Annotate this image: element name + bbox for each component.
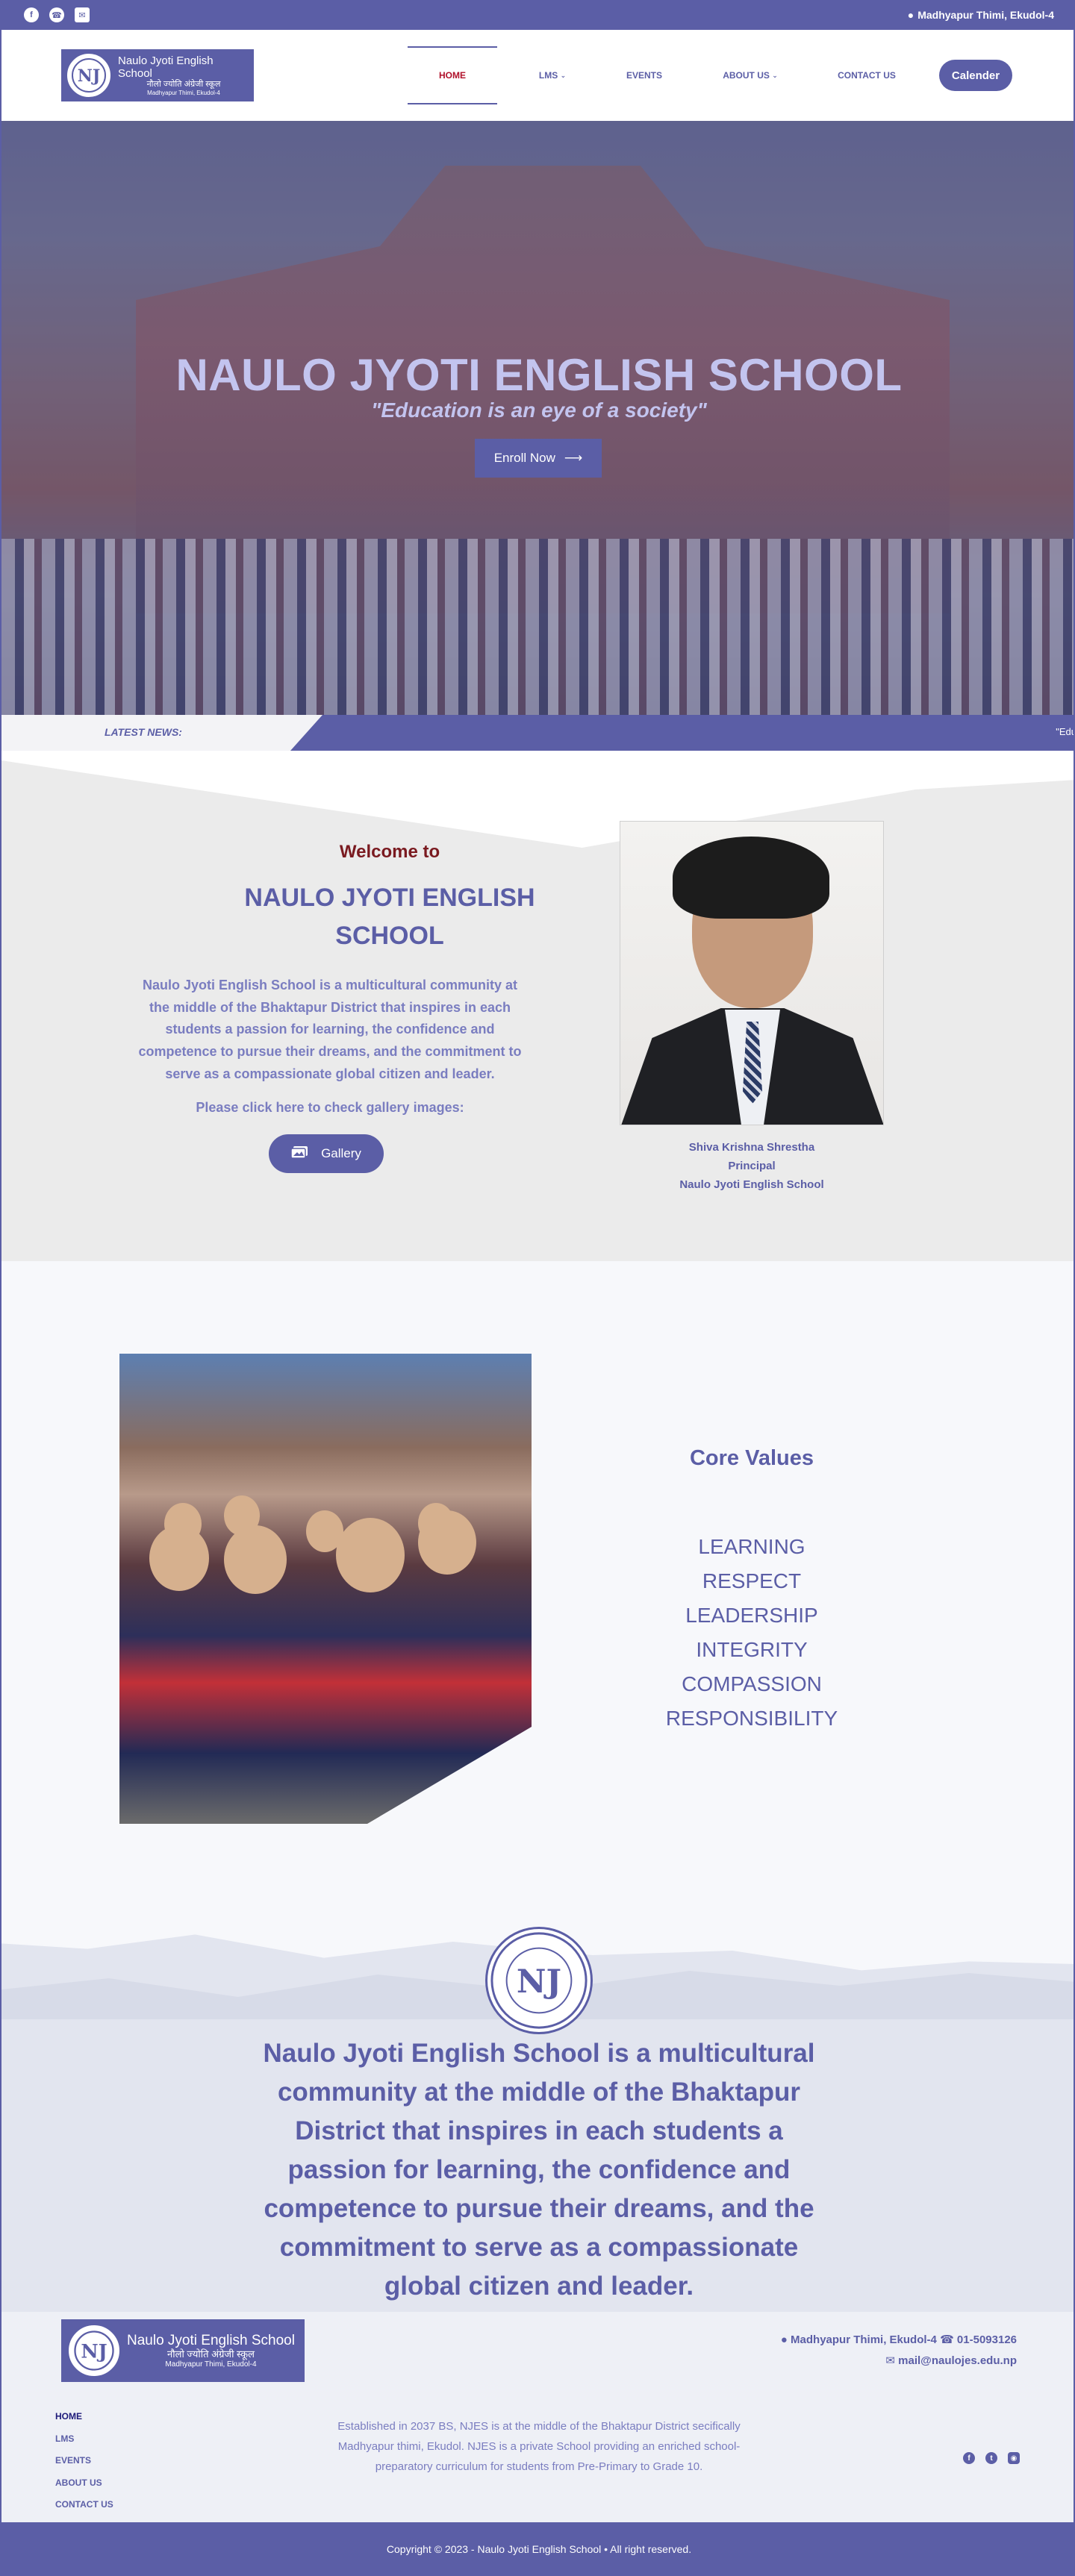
copyright-text: Copyright © 2023 - Naulo Jyoti English S… bbox=[386, 2543, 692, 2555]
footer-nav-home[interactable]: Home bbox=[55, 2406, 113, 2428]
footer-nav-lms[interactable]: LMS bbox=[55, 2428, 113, 2451]
principal-org: Naulo Jyoti English School bbox=[679, 1178, 824, 1191]
footer-logo-name-nepali: नौलो ज्योति अंग्रेजी स्कूल bbox=[167, 2348, 255, 2360]
site-logo[interactable]: NJ Naulo Jyoti English School नौलो ज्योत… bbox=[61, 49, 254, 101]
calendar-button[interactable]: Calender bbox=[939, 60, 1012, 91]
svg-text:NJ: NJ bbox=[81, 2340, 107, 2363]
facebook-icon[interactable]: f bbox=[24, 7, 39, 22]
hero-banner: NAULO JYOTI ENGLISH SCHOOL "Education is… bbox=[1, 121, 1074, 715]
welcome-top-shape bbox=[1, 751, 1074, 848]
footer-contact: ● Madhyapur Thimi, Ekudol-4 ☎ 01-5093126… bbox=[778, 2330, 1017, 2372]
latest-news-bar: LATEST NEWS: "Edu bbox=[1, 715, 1074, 751]
nav-lms[interactable]: LMS ⌄ bbox=[506, 30, 599, 121]
page: f ☎ ✉ ● Madhyapur Thimi, Ekudol-4 NJ Nau… bbox=[0, 0, 1075, 2576]
welcome-heading: Welcome to bbox=[339, 842, 440, 862]
top-address-text: Madhyapur Thimi, Ekudol-4 bbox=[917, 9, 1054, 21]
nav-contact-label: Contact Us bbox=[838, 70, 896, 81]
core-values-list: LEARNING RESPECT LEADERSHIP INTEGRITY CO… bbox=[599, 1530, 905, 1736]
logo-name-nepali: नौलो ज्योति अंग्रेजी स्कूल bbox=[146, 80, 221, 90]
core-value-item: RESPECT bbox=[702, 1569, 802, 1592]
welcome-school-name: NAULO JYOTI ENGLISH SCHOOL bbox=[166, 879, 614, 955]
top-bar: f ☎ ✉ ● Madhyapur Thimi, Ekudol-4 bbox=[1, 0, 1074, 30]
site-header: NJ Naulo Jyoti English School नौलो ज्योत… bbox=[1, 30, 1074, 121]
nav-contact-us[interactable]: Contact Us bbox=[818, 30, 915, 121]
welcome-body: Naulo Jyoti English School is a multicul… bbox=[138, 978, 522, 1081]
logo-seal-icon: NJ bbox=[66, 52, 112, 99]
footer-logo-name: Naulo Jyoti English School bbox=[127, 2332, 295, 2348]
welcome-school-line-1: NAULO JYOTI ENGLISH bbox=[244, 884, 535, 912]
phone-icon[interactable]: ☎ bbox=[49, 7, 64, 22]
logo-text: Naulo Jyoti English School नौलो ज्योति अ… bbox=[118, 54, 249, 96]
phone-icon: ☎ bbox=[940, 2333, 954, 2346]
mission-section: NJ Naulo Jyoti English School is a multi… bbox=[1, 1915, 1074, 2312]
mail-icon[interactable]: ✉ bbox=[75, 7, 90, 22]
footer-nav-about-us[interactable]: About Us bbox=[55, 2472, 113, 2495]
footer-address: Madhyapur Thimi, Ekudol-4 bbox=[791, 2333, 937, 2346]
core-values-title: Core Values bbox=[689, 1446, 814, 1470]
location-pin-icon: ● bbox=[907, 9, 914, 21]
mission-statement: Naulo Jyoti English School is a multicul… bbox=[263, 2039, 815, 2301]
nav-about-us[interactable]: About Us ⌄ bbox=[694, 30, 806, 121]
nav-home-label: Home bbox=[439, 70, 466, 81]
gallery-label: Gallery bbox=[321, 1146, 361, 1160]
welcome-school-line-2: SCHOOL bbox=[335, 922, 444, 950]
nav-about-label: About Us bbox=[723, 70, 770, 81]
hero-quote: "Education is an eye of a society" bbox=[371, 398, 707, 422]
school-seal-logo: NJ bbox=[485, 1927, 593, 2034]
footer-logo[interactable]: NJ Naulo Jyoti English School नौलो ज्योत… bbox=[61, 2319, 305, 2382]
footer-nav-contact-us[interactable]: Contact Us bbox=[55, 2494, 113, 2516]
nav-events-label: Events bbox=[626, 70, 662, 81]
footer-logo-location: Madhyapur Thimi, Ekudol-4 bbox=[165, 2360, 257, 2369]
location-pin-icon: ● bbox=[780, 2333, 788, 2346]
footer-phone[interactable]: 01-5093126 bbox=[957, 2333, 1017, 2346]
gallery-icon bbox=[290, 1145, 308, 1162]
twitter-icon[interactable]: t bbox=[985, 2452, 997, 2464]
principal-photo bbox=[620, 821, 884, 1125]
nav-home[interactable]: Home bbox=[408, 46, 497, 104]
footer-about: Established in 2037 BS, NJES is at the m… bbox=[337, 2420, 741, 2473]
footer-nav: Home LMS Events About Us Contact Us bbox=[55, 2406, 113, 2516]
gallery-button[interactable]: Gallery bbox=[269, 1134, 384, 1173]
mail-icon: ✉ bbox=[885, 2354, 895, 2367]
nav-events[interactable]: Events bbox=[603, 30, 685, 121]
main-nav: Home LMS ⌄ Events About Us ⌄ Contact Us bbox=[408, 30, 915, 121]
chevron-down-icon: ⌄ bbox=[560, 71, 567, 79]
news-label: LATEST NEWS: bbox=[105, 726, 182, 738]
enroll-now-label: Enroll Now bbox=[493, 451, 555, 465]
footer-nav-events[interactable]: Events bbox=[55, 2450, 113, 2472]
enroll-now-button[interactable]: Enroll Now ⟶ bbox=[475, 439, 602, 478]
facebook-icon[interactable]: f bbox=[963, 2452, 975, 2464]
footer-social-icons: f t ◉ bbox=[963, 2452, 1020, 2464]
footer-logo-seal-icon: NJ bbox=[67, 2324, 121, 2378]
core-value-item: LEADERSHIP bbox=[685, 1604, 818, 1627]
arrow-right-icon: ⟶ bbox=[564, 451, 583, 465]
gallery-prompt: Please click here to check gallery image… bbox=[196, 1100, 464, 1115]
footer-logo-text: Naulo Jyoti English School नौलो ज्योति अ… bbox=[127, 2333, 295, 2369]
svg-text:NJ: NJ bbox=[517, 1963, 561, 2001]
core-value-item: INTEGRITY bbox=[696, 1638, 808, 1661]
top-address: ● Madhyapur Thimi, Ekudol-4 bbox=[908, 9, 1054, 21]
students-photo bbox=[119, 1354, 532, 1824]
core-values-section: Core Values LEARNING RESPECT LEADERSHIP … bbox=[1, 1261, 1074, 1915]
top-social-icons: f ☎ ✉ bbox=[24, 7, 90, 22]
core-value-item: RESPONSIBILITY bbox=[665, 1707, 838, 1730]
news-ticker[interactable]: "Edu bbox=[1056, 726, 1074, 737]
logo-name: Naulo Jyoti English School bbox=[118, 54, 214, 81]
nav-lms-label: LMS bbox=[538, 70, 558, 81]
site-footer: NJ Naulo Jyoti English School नौलो ज्योत… bbox=[1, 2312, 1074, 2522]
principal-title: Principal bbox=[728, 1160, 776, 1172]
chevron-down-icon: ⌄ bbox=[772, 71, 778, 79]
svg-text:NJ: NJ bbox=[78, 66, 101, 86]
instagram-icon[interactable]: ◉ bbox=[1008, 2452, 1020, 2464]
core-value-item: LEARNING bbox=[698, 1535, 806, 1558]
logo-location: Madhyapur Thimi, Ekudol-4 bbox=[147, 89, 220, 96]
hero-title: NAULO JYOTI ENGLISH SCHOOL bbox=[175, 350, 903, 400]
principal-name: Shiva Krishna Shrestha bbox=[688, 1141, 815, 1154]
footer-email[interactable]: mail@naulojes.edu.np bbox=[898, 2354, 1017, 2367]
core-value-item: COMPASSION bbox=[682, 1672, 822, 1695]
copyright-bar: Copyright © 2023 - Naulo Jyoti English S… bbox=[1, 2522, 1074, 2576]
welcome-section: Welcome to NAULO JYOTI ENGLISH SCHOOL Na… bbox=[1, 751, 1074, 1261]
